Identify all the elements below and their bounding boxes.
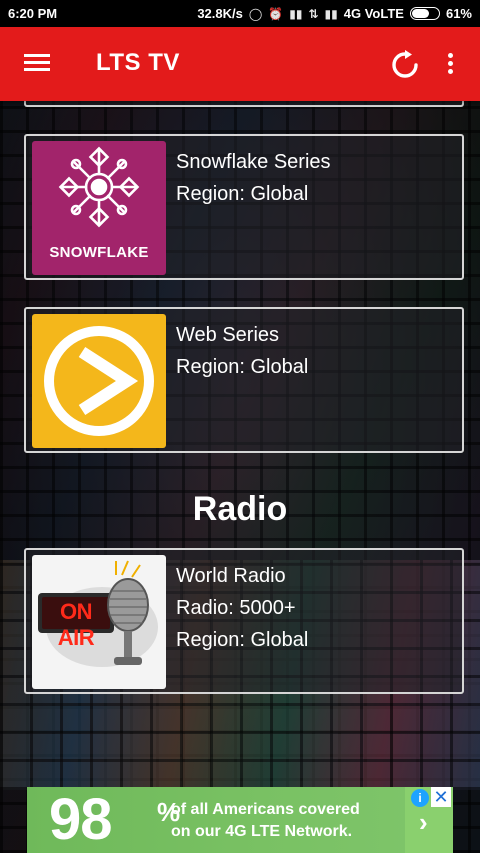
battery-percent: 61%	[445, 6, 472, 21]
app-bar: LTS TV	[0, 27, 480, 101]
ad-banner[interactable]: 98 % of all Americans covered on our 4G …	[27, 787, 453, 853]
data-transfer-icon: ⇅	[308, 6, 319, 21]
ad-text-line1: of all Americans covered	[171, 801, 360, 818]
more-vert-icon[interactable]	[440, 49, 460, 79]
on-air-sign-text: ON AIR	[57, 599, 95, 650]
ad-close-icon[interactable]: ✕	[431, 787, 451, 807]
ad-text-line2: on our 4G LTE Network.	[171, 823, 353, 840]
status-indicators: 32.8K/s ◯ ⏰ ▮▮ ⇅ ▮▮ 4G VoLTE 61%	[197, 6, 472, 21]
headphones-icon: ◯	[248, 6, 263, 21]
snowflake-logo-text: SNOWFLAKE	[49, 244, 149, 261]
web-series-logo-thumbnail	[32, 314, 166, 448]
channel-info: Snowflake Series Region: Global	[176, 146, 331, 210]
channel-title: Snowflake Series	[176, 151, 331, 173]
alarm-off-icon: ⏰	[268, 6, 284, 21]
channel-region: Region: Global	[176, 356, 309, 378]
network-speed: 32.8K/s	[197, 6, 243, 21]
signal-icon: ▮▮	[289, 6, 303, 21]
ad-big-number: 98	[49, 787, 113, 852]
section-heading-radio: Radio	[192, 490, 288, 528]
channel-count: Radio: 5000+	[176, 597, 296, 619]
channel-info: World Radio Radio: 5000+ Region: Global	[176, 560, 308, 656]
refresh-icon[interactable]	[390, 50, 420, 80]
chevron-right-icon: ›	[419, 807, 428, 837]
channel-info: Web Series Region: Global	[176, 319, 308, 383]
channel-title: World Radio	[176, 565, 286, 587]
battery-fill	[411, 9, 430, 18]
channel-card-snowflake[interactable]: SNOWFLAKE Snowflake Series Region: Globa…	[24, 134, 464, 280]
network-type: 4G VoLTE	[343, 6, 404, 21]
status-time: 6:20 PM	[8, 6, 58, 21]
channel-region: Region: Global	[176, 629, 309, 651]
status-bar: 6:20 PM 32.8K/s ◯ ⏰ ▮▮ ⇅ ▮▮ 4G VoLTE 61%	[0, 0, 480, 27]
channel-card-web-series[interactable]: Web Series Region: Global	[24, 307, 464, 453]
play-arrow-icon	[44, 326, 154, 436]
channel-region: Region: Global	[176, 183, 309, 205]
signal-icon-2: ▮▮	[324, 6, 338, 21]
snowflake-logo-thumbnail: SNOWFLAKE	[32, 141, 166, 275]
battery-icon	[409, 7, 440, 20]
channel-title: Web Series	[176, 324, 280, 346]
app-title: LTS TV	[96, 49, 180, 76]
hamburger-menu-icon[interactable]	[24, 52, 50, 74]
ad-info-icon[interactable]: i	[411, 789, 429, 807]
channel-card-world-radio[interactable]: ON AIR World Radio Radio: 5000+ Region: …	[24, 548, 464, 694]
radio-logo-thumbnail: ON AIR	[32, 555, 166, 689]
